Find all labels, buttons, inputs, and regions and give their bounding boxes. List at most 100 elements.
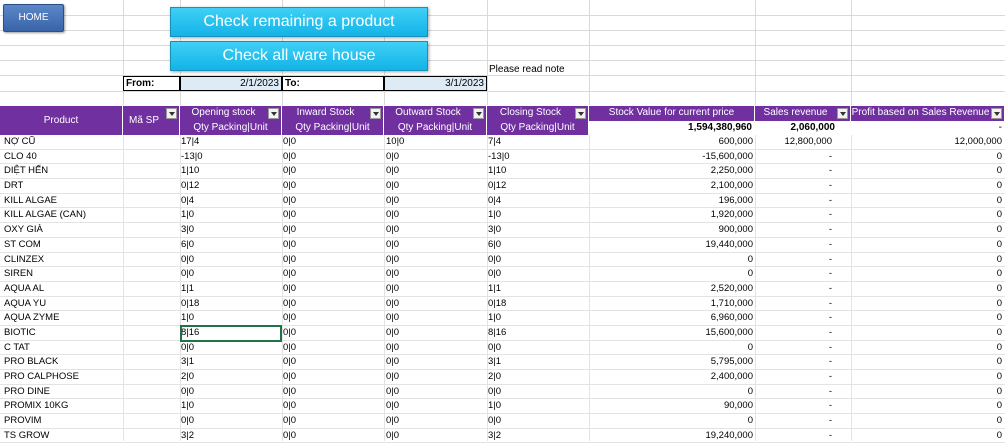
cell-out[interactable]: 0|0 bbox=[386, 370, 486, 385]
table-row[interactable]: KILL ALGAE (CAN) 1|0 0|0 0|0 1|0 1,920,000-0 bbox=[0, 208, 1005, 224]
cell-out[interactable]: 0|0 bbox=[386, 179, 486, 194]
cell-profit[interactable]: 0 bbox=[852, 326, 1002, 341]
cell-product[interactable]: DRT bbox=[4, 179, 122, 194]
table-row[interactable]: AQUA YU 0|18 0|0 0|0 0|18 1,710,000-0 bbox=[0, 297, 1005, 312]
cell-value[interactable]: 0 bbox=[590, 341, 753, 356]
cell-open[interactable]: 1|0 bbox=[181, 399, 281, 414]
cell-out[interactable]: 0|0 bbox=[386, 385, 486, 400]
cell-profit[interactable]: 0 bbox=[852, 311, 1002, 326]
cell-in[interactable]: 0|0 bbox=[283, 223, 383, 238]
cell-in[interactable]: 0|0 bbox=[283, 194, 383, 209]
filter-dropdown-icon[interactable] bbox=[268, 108, 279, 119]
cell-value[interactable]: 1,920,000 bbox=[590, 208, 753, 223]
cell-product[interactable]: PRO BLACK bbox=[4, 355, 122, 370]
cell-value[interactable]: 19,440,000 bbox=[590, 238, 753, 253]
table-row[interactable]: ST COM 6|0 0|0 0|0 6|0 19,440,000-0 bbox=[0, 238, 1005, 253]
table-row[interactable]: DIỆT HẾN 1|10 0|0 0|0 1|10 2,250,000-0 bbox=[0, 164, 1005, 180]
cell-in[interactable]: 0|0 bbox=[283, 208, 383, 223]
cell-open[interactable]: 3|0 bbox=[181, 223, 281, 238]
cell-product[interactable]: AQUA AL bbox=[4, 282, 122, 297]
cell-in[interactable]: 0|0 bbox=[283, 253, 383, 268]
to-date-input[interactable]: 3/1/2023 bbox=[384, 76, 487, 91]
cell-product[interactable]: CLINZEX bbox=[4, 253, 122, 268]
cell-out[interactable]: 0|0 bbox=[386, 282, 486, 297]
cell-close[interactable]: 1|0 bbox=[488, 208, 588, 223]
cell-out[interactable]: 0|0 bbox=[386, 297, 486, 312]
cell-value[interactable]: 0 bbox=[590, 253, 753, 268]
cell-close[interactable]: 8|16 bbox=[488, 326, 588, 341]
cell-sales[interactable]: - bbox=[756, 150, 848, 165]
cell-sales[interactable]: - bbox=[756, 355, 848, 370]
cell-out[interactable]: 0|0 bbox=[386, 326, 486, 341]
cell-open[interactable]: 1|1 bbox=[181, 282, 281, 297]
cell-open[interactable]: 8|16 bbox=[180, 324, 282, 342]
cell-in[interactable]: 0|0 bbox=[283, 355, 383, 370]
filter-dropdown-icon[interactable] bbox=[370, 108, 381, 119]
cell-profit[interactable]: 0 bbox=[852, 297, 1002, 312]
cell-open[interactable]: 1|0 bbox=[181, 311, 281, 326]
cell-out[interactable]: 0|0 bbox=[386, 399, 486, 414]
cell-value[interactable]: 600,000 bbox=[590, 135, 753, 150]
cell-profit[interactable]: 0 bbox=[852, 150, 1002, 165]
cell-out[interactable]: 0|0 bbox=[386, 267, 486, 282]
home-button[interactable]: HOME bbox=[3, 4, 64, 32]
cell-open[interactable]: 1|10 bbox=[181, 164, 281, 179]
filter-dropdown-icon[interactable] bbox=[575, 108, 586, 119]
cell-value[interactable]: -15,600,000 bbox=[590, 150, 753, 165]
cell-value[interactable]: 0 bbox=[590, 267, 753, 282]
cell-product[interactable]: PRO DINE bbox=[4, 385, 122, 400]
cell-profit[interactable]: 0 bbox=[852, 194, 1002, 209]
cell-out[interactable]: 0|0 bbox=[386, 414, 486, 429]
cell-value[interactable]: 90,000 bbox=[590, 399, 753, 414]
cell-open[interactable]: 0|0 bbox=[181, 385, 281, 400]
cell-profit[interactable]: 0 bbox=[852, 164, 1002, 179]
table-row[interactable]: KILL ALGAE 0|4 0|0 0|0 0|4 196,000-0 bbox=[0, 194, 1005, 209]
cell-product[interactable]: OXY GIÀ bbox=[4, 223, 122, 238]
cell-value[interactable]: 2,520,000 bbox=[590, 282, 753, 297]
table-row[interactable]: SIREN 0|0 0|0 0|0 0|0 0-0 bbox=[0, 267, 1005, 282]
filter-dropdown-icon[interactable] bbox=[473, 108, 484, 119]
cell-profit[interactable]: 0 bbox=[852, 223, 1002, 238]
cell-close[interactable]: 0|0 bbox=[488, 414, 588, 429]
cell-close[interactable]: -13|0 bbox=[488, 150, 588, 165]
cell-in[interactable]: 0|0 bbox=[283, 370, 383, 385]
cell-value[interactable]: 2,100,000 bbox=[590, 179, 753, 194]
cell-sales[interactable]: - bbox=[756, 311, 848, 326]
cell-close[interactable]: 1|0 bbox=[488, 399, 588, 414]
cell-value[interactable]: 2,250,000 bbox=[590, 164, 753, 179]
cell-value[interactable]: 196,000 bbox=[590, 194, 753, 209]
cell-in[interactable]: 0|0 bbox=[283, 164, 383, 179]
cell-product[interactable]: SIREN bbox=[4, 267, 122, 282]
cell-close[interactable]: 0|0 bbox=[488, 341, 588, 356]
cell-in[interactable]: 0|0 bbox=[283, 414, 383, 429]
cell-out[interactable]: 0|0 bbox=[386, 355, 486, 370]
cell-value[interactable]: 6,960,000 bbox=[590, 311, 753, 326]
cell-out[interactable]: 0|0 bbox=[386, 253, 486, 268]
cell-in[interactable]: 0|0 bbox=[283, 297, 383, 312]
cell-product[interactable]: KILL ALGAE (CAN) bbox=[4, 208, 122, 223]
filter-dropdown-icon[interactable] bbox=[837, 108, 848, 119]
cell-open[interactable]: 1|0 bbox=[181, 208, 281, 223]
cell-sales[interactable]: - bbox=[756, 326, 848, 341]
cell-in[interactable]: 0|0 bbox=[283, 179, 383, 194]
cell-open[interactable]: 0|4 bbox=[181, 194, 281, 209]
cell-close[interactable]: 6|0 bbox=[488, 238, 588, 253]
cell-out[interactable]: 0|0 bbox=[386, 208, 486, 223]
cell-close[interactable]: 1|0 bbox=[488, 311, 588, 326]
cell-out[interactable]: 0|0 bbox=[386, 150, 486, 165]
cell-open[interactable]: 6|0 bbox=[181, 238, 281, 253]
cell-sales[interactable]: - bbox=[756, 385, 848, 400]
check-product-button[interactable]: Check remaining a product bbox=[170, 7, 428, 37]
cell-value[interactable]: 1,710,000 bbox=[590, 297, 753, 312]
cell-close[interactable]: 3|0 bbox=[488, 223, 588, 238]
cell-product[interactable]: PROVIM bbox=[4, 414, 122, 429]
cell-in[interactable]: 0|0 bbox=[283, 311, 383, 326]
cell-open[interactable]: 0|0 bbox=[181, 267, 281, 282]
table-row[interactable]: PRO DINE 0|0 0|0 0|0 0|0 0-0 bbox=[0, 385, 1005, 400]
cell-close[interactable]: 7|4 bbox=[488, 135, 588, 150]
cell-out[interactable]: 0|0 bbox=[386, 223, 486, 238]
cell-out[interactable]: 0|0 bbox=[386, 341, 486, 356]
cell-in[interactable]: 0|0 bbox=[283, 341, 383, 356]
table-row[interactable]: PRO BLACK 3|1 0|0 0|0 3|1 5,795,000-0 bbox=[0, 355, 1005, 370]
cell-sales[interactable]: - bbox=[756, 194, 848, 209]
